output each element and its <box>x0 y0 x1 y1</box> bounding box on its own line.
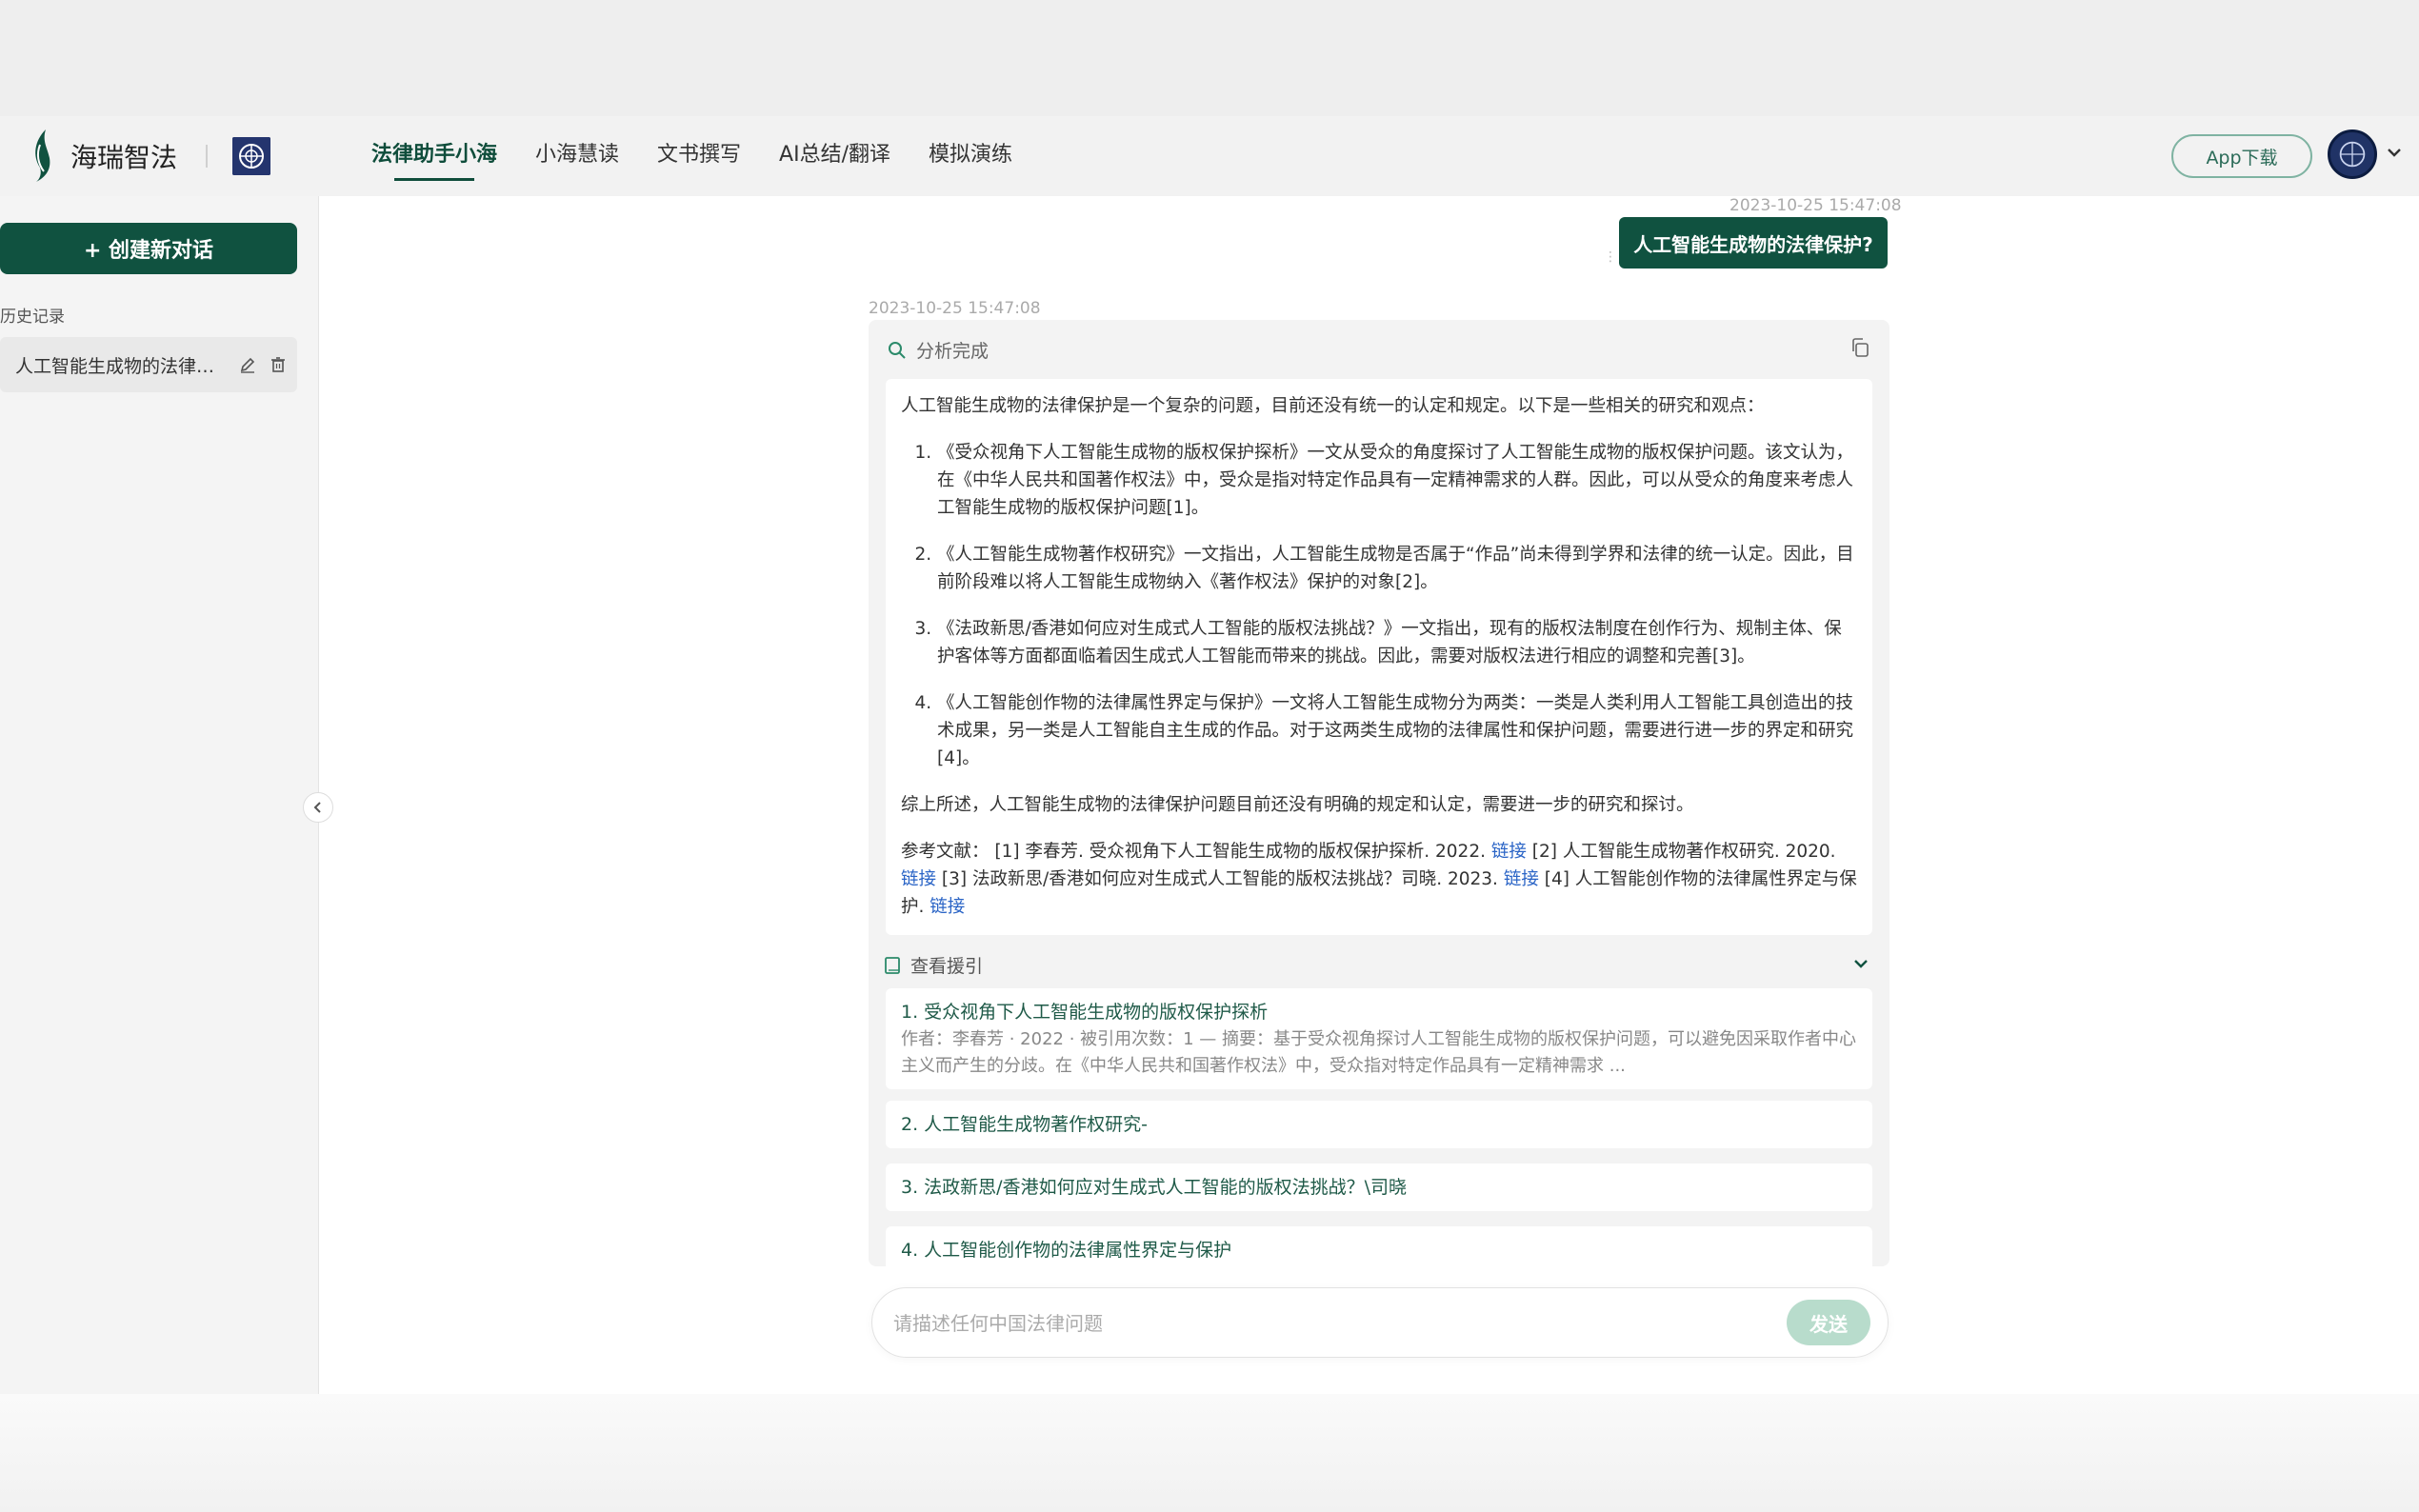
main-nav: 法律助手小海 小海慧读 文书撰写 AI总结/翻译 模拟演练 <box>371 137 1012 181</box>
chevron-down-icon[interactable] <box>1851 954 1870 973</box>
brand-divider <box>206 145 208 168</box>
answer-points: 《受众视角下人工智能生成物的版权保护探析》一文从受众的角度探讨了人工智能生成物的… <box>901 439 1857 772</box>
answer-point: 《人工智能创作物的法律属性界定与保护》一文将人工智能生成物分为两类：一类是人类利… <box>937 689 1857 772</box>
answer-summary: 综上所述，人工智能生成物的法律保护问题目前还没有明确的规定和认定，需要进一步的研… <box>901 795 1694 815</box>
brand-name[interactable]: 海瑞智法 <box>70 137 177 175</box>
reference-link[interactable]: 链接 <box>930 897 965 917</box>
delete-icon[interactable] <box>269 355 288 374</box>
book-icon <box>885 956 900 974</box>
copy-icon[interactable] <box>1849 337 1870 358</box>
app-download-button[interactable]: App下载 <box>2171 134 2312 178</box>
analysis-status-text: 分析完成 <box>916 341 990 362</box>
new-chat-button[interactable]: + 创建新对话 <box>0 223 297 274</box>
chevron-down-icon[interactable] <box>2385 143 2404 162</box>
references-label: 参考文献： <box>901 842 990 862</box>
answer-point: 《人工智能生成物著作权研究》一文指出，人工智能生成物是否属于“作品”尚未得到学界… <box>937 541 1857 596</box>
user-message-timestamp: 2023-10-25 15:47:08 <box>1729 196 1902 215</box>
brand-leaf-icon <box>35 129 50 182</box>
user-message-bubble: 人工智能生成物的法律保护? <box>1619 217 1888 269</box>
citation-item[interactable]: 1. 受众视角下人工智能生成物的版权保护探析 作者：李春芳 · 2022 · 被… <box>886 988 1872 1089</box>
citations-toggle[interactable]: 查看援引 <box>884 952 983 978</box>
nav-tab-simulation[interactable]: 模拟演练 <box>929 137 1012 181</box>
reference-link[interactable]: 链接 <box>1504 869 1539 889</box>
history-item-label: 人工智能生成物的法律保护? <box>15 355 227 377</box>
answer-content: 人工智能生成物的法律保护是一个复杂的问题，目前还没有统一的认定和规定。以下是一些… <box>886 379 1872 935</box>
top-navbar <box>0 116 2419 196</box>
nav-tab-legal-assistant[interactable]: 法律助手小海 <box>371 137 497 181</box>
reference-link[interactable]: 链接 <box>1491 842 1527 862</box>
reference-link[interactable]: 链接 <box>901 869 936 889</box>
partner-badge-icon <box>232 137 270 175</box>
citation-meta: 作者：李春芳 · 2022 · 被引用次数：1 — 摘要：基于受众视角探讨人工智… <box>901 1029 1857 1076</box>
send-button[interactable]: 发送 <box>1787 1300 1870 1345</box>
user-avatar[interactable] <box>2328 129 2377 179</box>
search-icon <box>889 341 906 359</box>
references: 参考文献： [1] 李春芳. 受众视角下人工智能生成物的版权保护探析. 2022… <box>901 838 1857 921</box>
question-input[interactable] <box>891 1305 1714 1342</box>
citation-title: 3. 法政新思/香港如何应对生成式人工智能的版权法挑战？\司晓 <box>901 1177 1407 1198</box>
reference-text: [3] 法政新思/香港如何应对生成式人工智能的版权法挑战？司晓. 2023. <box>936 869 1504 889</box>
answer-card: 分析完成 人工智能生成物的法律保护是一个复杂的问题，目前还没有统一的认定和规定。… <box>869 320 1889 1266</box>
window-top-area <box>0 0 2419 116</box>
reference-text: [2] 人工智能生成物著作权研究. 2020. <box>1526 842 1836 862</box>
history-item[interactable]: 人工智能生成物的法律保护? <box>0 337 297 392</box>
history-label: 历史记录 <box>0 308 65 327</box>
answer-intro: 人工智能生成物的法律保护是一个复杂的问题，目前还没有统一的认定和规定。以下是一些… <box>901 396 1765 416</box>
nav-tab-document-writing[interactable]: 文书撰写 <box>657 137 741 181</box>
nav-tab-ai-summary-translate[interactable]: AI总结/翻译 <box>779 137 890 181</box>
chevron-left-icon <box>313 802 321 813</box>
citation-title: 4. 人工智能创作物的法律属性界定与保护 <box>901 1240 1232 1261</box>
window-bottom-area <box>0 1394 2419 1512</box>
citation-title: 2. 人工智能生成物著作权研究- <box>901 1114 1149 1135</box>
citations-label: 查看援引 <box>910 956 984 977</box>
nav-tab-smart-read[interactable]: 小海慧读 <box>535 137 619 181</box>
citation-item[interactable]: 3. 法政新思/香港如何应对生成式人工智能的版权法挑战？\司晓 <box>886 1164 1872 1211</box>
edit-icon[interactable] <box>238 355 257 374</box>
answer-point: 《受众视角下人工智能生成物的版权保护探析》一文从受众的角度探讨了人工智能生成物的… <box>937 439 1857 522</box>
question-input-box: 发送 <box>871 1287 1889 1358</box>
citation-item[interactable]: 2. 人工智能生成物著作权研究- <box>886 1101 1872 1148</box>
analysis-status: 分析完成 <box>888 337 989 363</box>
collapse-sidebar-button[interactable] <box>303 792 333 823</box>
citation-title: 1. 受众视角下人工智能生成物的版权保护探析 <box>901 1002 1269 1023</box>
reference-text: [1] 李春芳. 受众视角下人工智能生成物的版权保护探析. 2022. <box>989 842 1491 862</box>
citation-item[interactable]: 4. 人工智能创作物的法律属性界定与保护 <box>886 1226 1872 1266</box>
answer-timestamp: 2023-10-25 15:47:08 <box>869 299 1041 318</box>
answer-point: 《法政新思/香港如何应对生成式人工智能的版权法挑战？》一文指出，现有的版权法制度… <box>937 615 1857 670</box>
more-options-icon[interactable]: ⋮ <box>1604 249 1617 265</box>
